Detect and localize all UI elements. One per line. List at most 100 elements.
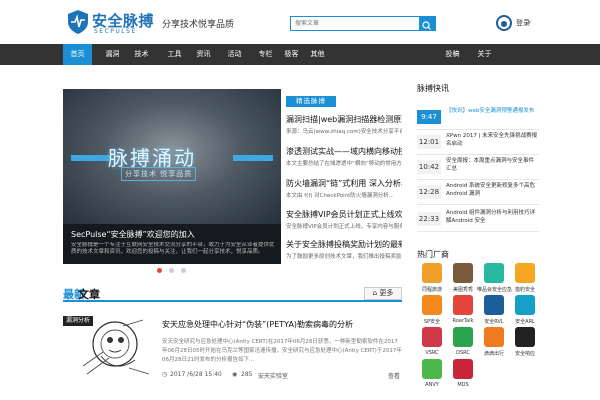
search-input[interactable] xyxy=(291,17,419,30)
vendor-logo-icon xyxy=(484,327,504,347)
hot-vendor[interactable]: ANVY xyxy=(419,359,445,393)
vendor-logo-icon xyxy=(484,263,504,283)
news-text[interactable]: Android 系统安全更新修复多个高危Android 漏洞 xyxy=(446,182,539,199)
hot-vendor[interactable]: MDS xyxy=(450,359,476,393)
hot-vendor[interactable]: 滴滴出行 xyxy=(481,327,507,361)
nav-item-tools[interactable]: 工具 xyxy=(162,44,187,65)
news-item[interactable]: 10:42 安全周报：本周重点漏洞与安全事件汇总 xyxy=(417,155,539,180)
article-title[interactable]: 安天应急处理中心针对“伪装”(PETYA)勒索病毒的分析 xyxy=(162,319,353,330)
news-time: 12:28 xyxy=(417,185,441,199)
clock-icon: ◷ xyxy=(162,371,168,378)
news-item[interactable]: 12:28 Android 系统安全更新修复多个高危Android 漏洞 xyxy=(417,180,539,205)
vendor-logo-icon xyxy=(422,327,442,347)
article-card[interactable]: 漏洞分析 安天应急处理中心针对“伪装”(PETYA)勒索病毒的分析 安天安全研究… xyxy=(63,316,402,396)
article-views: 285 xyxy=(241,371,253,378)
nav-item-vuln[interactable]: 漏洞 xyxy=(100,44,125,65)
nav-item-tech[interactable]: 技术 xyxy=(129,44,154,65)
vendor-logo-icon xyxy=(515,327,535,347)
hot-vendor[interactable]: 安全RVL xyxy=(481,295,507,329)
article-desc: 安天安全研究与应急处理中心(Antiy CERT)在2017年06月28日获悉，… xyxy=(162,339,402,363)
news-item[interactable]: 9:47 【快讯】web安全漏洞预警通报发布 xyxy=(417,105,539,130)
vendor-name: 安全响应 xyxy=(514,351,535,357)
article-action[interactable]: 查看 xyxy=(388,371,400,380)
slide-caption-title[interactable]: SecPulse“安全脉搏”欢迎您的加入 xyxy=(71,229,195,240)
nav-item-about[interactable]: 关于 xyxy=(472,44,497,65)
article-tag[interactable]: 漏洞分析 xyxy=(63,316,93,326)
nav-item-home[interactable]: 首页 xyxy=(63,44,92,65)
site-logo[interactable]: 安全脉搏 SECPULSE xyxy=(66,8,154,38)
pick-title[interactable]: 关于安全脉搏投稿奖励计划的最新公告说明 xyxy=(286,239,402,250)
pick-desc: 安全脉搏VIP会员计划正式上线，专享内容与服务... xyxy=(286,224,402,230)
pick-desc: 为了鼓励更多原创技术文章，我们推出投稿奖励... xyxy=(286,254,402,260)
hot-vendor[interactable]: 美图秀秀 xyxy=(450,263,476,297)
vendor-logo-icon xyxy=(453,295,473,315)
article-thumbnail[interactable]: 漏洞分析 xyxy=(63,316,153,378)
site-header: 安全脉搏 SECPULSE 分享技术悦享品质 登录 ▾ xyxy=(0,0,600,44)
news-text[interactable]: 安全周报：本周重点漏洞与安全事件汇总 xyxy=(446,157,539,174)
eye-icon: ◉ xyxy=(232,371,238,378)
vendor-logo-icon xyxy=(484,295,504,315)
news-text[interactable]: Android 组件漏洞分析与利用技巧详解Android 安全 xyxy=(446,209,539,226)
nav-item-geek[interactable]: 极客 xyxy=(279,44,304,65)
hot-vendor[interactable]: 唯品会安全应急 xyxy=(477,263,512,297)
more-button[interactable]: ⌂ 更多 xyxy=(364,287,402,300)
article-category[interactable]: 安天实验室 xyxy=(258,371,288,380)
hot-vendor[interactable]: DSRC xyxy=(450,327,476,361)
main-nav: 首页 漏洞 技术 工具 资讯 活动 专栏 极客 其他 投稿 关于 xyxy=(0,44,600,65)
vendor-logo-icon xyxy=(422,359,442,379)
pick-item[interactable]: 安全脉搏VIP会员计划正式上线欢迎加入 安全脉搏VIP会员计划正式上线，专享内容… xyxy=(286,209,402,230)
pick-item[interactable]: 关于安全脉搏投稿奖励计划的最新公告说明 为了鼓励更多原创技术文章，我们推出投稿奖… xyxy=(286,239,402,260)
hot-vendor[interactable]: RoarTalk xyxy=(450,295,476,329)
wing-decoration xyxy=(233,155,273,161)
hot-vendor[interactable]: 猎豹安全 xyxy=(512,263,538,297)
vendor-name: ANVY xyxy=(425,382,439,388)
pick-title[interactable]: 漏洞扫描|web漏洞扫描器检测原理分析 xyxy=(286,114,402,125)
hot-vendor[interactable]: 同程旅游 xyxy=(419,263,445,297)
slide-image: 脉搏涌动 分享技术 悦享品质 xyxy=(63,89,281,224)
section-header: 最新 文章 ⌂ 更多 xyxy=(63,286,402,302)
slider-dot[interactable] xyxy=(157,268,162,273)
vendor-name: 滴滴出行 xyxy=(483,351,504,357)
slider-dots xyxy=(157,268,197,274)
pick-title[interactable]: 渗透测试实战——域内横向移动技巧总结 xyxy=(286,146,402,157)
vendor-name: SP安全 xyxy=(423,319,441,325)
pick-title[interactable]: 安全脉搏VIP会员计划正式上线欢迎加入 xyxy=(286,209,402,220)
vendor-logo-icon xyxy=(453,359,473,379)
nav-item-events[interactable]: 活动 xyxy=(222,44,247,65)
nav-item-submit[interactable]: 投稿 xyxy=(440,44,465,65)
nav-item-news[interactable]: 资讯 xyxy=(191,44,216,65)
nav-item-column[interactable]: 专栏 xyxy=(253,44,278,65)
slider-dot[interactable] xyxy=(181,268,186,273)
nav-item-other[interactable]: 其他 xyxy=(305,44,330,65)
news-item[interactable]: 22:33 Android 组件漏洞分析与利用技巧详解Android 安全 xyxy=(417,207,539,232)
site-tagline: 分享技术悦享品质 xyxy=(162,20,235,30)
search-icon xyxy=(422,21,431,30)
hero-slider[interactable]: 脉搏涌动 分享技术 悦享品质 SecPulse“安全脉搏”欢迎您的加入 安全脉搏… xyxy=(63,89,281,264)
featured-picks: 精选脉搏 漏洞扫描|web漏洞扫描器检测原理分析 来源：乌云(www.zhiaq… xyxy=(286,89,402,264)
search-button[interactable] xyxy=(419,17,435,30)
pick-desc: 本文由 f(f) 对CheckPoint防火墙漏洞分析... xyxy=(286,193,394,199)
vendor-name: DSRC xyxy=(456,350,470,356)
pick-title[interactable]: 防火墙漏洞“链”式利用 深入分析与复现 xyxy=(286,178,402,189)
slide-caption-desc: 安全脉搏是一个专注于互联网安全技术交流分享的平台，致力于为安全从业者提供优质的技… xyxy=(71,242,275,255)
hot-vendor[interactable]: 安全响应 xyxy=(512,327,538,361)
pick-item[interactable]: 漏洞扫描|web漏洞扫描器检测原理分析 来源：乌云(www.zhiaq.com)… xyxy=(286,114,402,135)
news-text[interactable]: XPwn 2017 | 未来安全先锋挑战赛报名启动 xyxy=(446,132,539,149)
user-menu[interactable]: 登录 ▾ xyxy=(496,15,536,33)
vendor-logo-icon xyxy=(422,295,442,315)
hot-vendor[interactable]: 安全ARL xyxy=(512,295,538,329)
hot-vendor[interactable]: VSRC xyxy=(419,327,445,361)
news-item[interactable]: 12:01 XPwn 2017 | 未来安全先锋挑战赛报名启动 xyxy=(417,130,539,155)
slide-caption: SecPulse“安全脉搏”欢迎您的加入 安全脉搏是一个专注于互联网安全技术交流… xyxy=(63,224,281,264)
chevron-down-icon: ▾ xyxy=(528,19,532,26)
search-box xyxy=(290,16,436,31)
article-meta: ◷ 2017 /6/28 15:40 ◉ 285 安天实验室 查看 xyxy=(162,371,402,380)
news-text[interactable]: 【快讯】web安全漏洞预警通报发布 xyxy=(446,107,539,124)
pick-item[interactable]: 防火墙漏洞“链”式利用 深入分析与复现 本文由 f(f) 对CheckPoint… xyxy=(286,178,402,199)
hot-vendor[interactable]: SP安全 xyxy=(419,295,445,329)
vendor-name: 同程旅游 xyxy=(421,287,442,293)
pick-item[interactable]: 渗透测试实战——域内横向移动技巧总结 本文主要总结了在域渗透中“横向”移动的常用… xyxy=(286,146,402,167)
slider-dot[interactable] xyxy=(169,268,174,273)
vendor-logo-icon xyxy=(515,295,535,315)
news-time: 22:33 xyxy=(417,212,441,226)
